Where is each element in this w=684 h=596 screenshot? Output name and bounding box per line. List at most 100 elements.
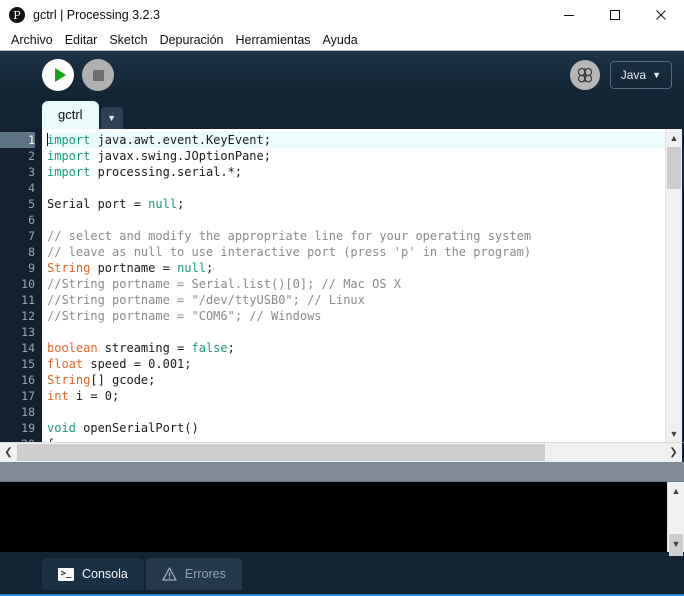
menu-item-editar[interactable]: Editar	[59, 30, 104, 50]
menu-item-depuracion[interactable]: Depuración	[154, 30, 230, 50]
code-token: //String portname = "COM6"; // Windows	[47, 309, 322, 323]
code-token: String	[47, 261, 91, 275]
menu-item-archivo[interactable]: Archivo	[5, 30, 59, 50]
code-line: import processing.serial.*;	[47, 164, 665, 180]
code-token: null	[177, 261, 206, 275]
horizontal-scroll-thumb[interactable]	[17, 444, 545, 461]
code-text-area[interactable]: import java.awt.event.KeyEvent; import ja…	[42, 129, 665, 442]
menu-item-ayuda[interactable]: Ayuda	[317, 30, 364, 50]
tab-menu-button[interactable]: ▼	[100, 107, 123, 129]
scroll-right-arrow-icon[interactable]: ❯	[665, 447, 682, 458]
console-scroll-down-arrow-icon[interactable]: ▼	[668, 535, 684, 552]
line-number: 5	[28, 197, 35, 211]
maximize-button[interactable]	[592, 0, 638, 30]
code-token: openSerialPort()	[75, 421, 199, 435]
code-token: [] gcode;	[90, 373, 156, 387]
menu-item-herramientas[interactable]: Herramientas	[230, 30, 317, 50]
sketch-tab-gctrl[interactable]: gctrl	[42, 101, 99, 129]
code-token: false	[191, 341, 228, 355]
code-line: import javax.swing.JOptionPane;	[47, 148, 665, 164]
code-token: processing.serial.*;	[90, 165, 243, 179]
run-button[interactable]	[42, 59, 74, 91]
scroll-down-arrow-icon[interactable]: ▼	[666, 425, 682, 442]
title-bar: P gctrl | Processing 3.2.3	[0, 0, 684, 30]
code-line: Serial port = null;	[47, 196, 665, 212]
line-number: 12	[21, 309, 35, 323]
code-line: String[] gcode;	[47, 372, 665, 388]
tab-consola[interactable]: >_ Consola	[42, 558, 144, 590]
editor-vertical-scrollbar[interactable]: ▲ ▼	[665, 129, 682, 442]
console-panel: ▲ ▼	[0, 482, 684, 556]
code-line: //String portname = "/dev/ttyUSB0"; // L…	[47, 292, 665, 308]
tab-errores-label: Errores	[184, 567, 226, 581]
processing-ide-window: P gctrl | Processing 3.2.3 Archivo Edita…	[0, 0, 684, 596]
editor-horizontal-scrollbar[interactable]: ❮ ❯	[0, 442, 684, 462]
code-line: float speed = 0.001;	[47, 356, 665, 372]
line-number: 4	[28, 181, 35, 195]
vertical-scroll-thumb[interactable]	[667, 147, 681, 189]
line-number: 10	[21, 277, 35, 291]
close-button[interactable]	[638, 0, 684, 30]
code-line: //String portname = Serial.list()[0]; //…	[47, 276, 665, 292]
editor-console-splitter[interactable]	[0, 462, 684, 482]
code-line: // leave as null to use interactive port…	[47, 244, 665, 260]
code-token: String	[47, 373, 91, 387]
code-token: i = 0;	[68, 389, 120, 403]
play-icon	[54, 68, 66, 82]
stop-icon	[92, 69, 104, 81]
console-output[interactable]	[0, 482, 667, 552]
code-token: ;	[177, 197, 185, 211]
console-scroll-up-arrow-icon[interactable]: ▲	[668, 482, 684, 499]
minimize-icon	[564, 15, 574, 16]
minimize-button[interactable]	[546, 0, 592, 30]
code-token: //String portname = Serial.list()[0]; //…	[47, 277, 402, 291]
debug-button[interactable]	[569, 60, 600, 90]
code-token: java.awt.event.KeyEvent;	[90, 133, 271, 147]
line-number: 9	[28, 261, 35, 275]
line-number: 8	[28, 245, 35, 259]
chevron-down-icon: ▼	[107, 113, 117, 123]
code-token: import	[47, 149, 91, 163]
code-token: null	[148, 197, 178, 211]
code-line: String portname = null;	[47, 260, 665, 276]
svg-text:P: P	[13, 9, 21, 22]
sketch-tab-strip: gctrl ▼	[0, 99, 684, 129]
code-token: boolean	[47, 341, 98, 355]
window-title: gctrl | Processing 3.2.3	[33, 8, 160, 22]
line-number-gutter: 1234567891011121314151617181920	[0, 129, 42, 442]
code-token: void	[47, 421, 76, 435]
butterfly-debug-icon	[577, 67, 592, 83]
line-number: 16	[21, 373, 35, 387]
line-number: 1	[0, 132, 35, 148]
menu-item-sketch[interactable]: Sketch	[103, 30, 153, 50]
tab-errores[interactable]: Errores	[145, 558, 242, 590]
line-number: 3	[28, 165, 35, 179]
line-number: 18	[21, 405, 35, 419]
mode-selector[interactable]: Java ▼	[609, 61, 672, 89]
line-number: 14	[21, 341, 35, 355]
code-line: int i = 0;	[47, 388, 665, 404]
code-token: int	[47, 389, 69, 403]
tab-consola-label: Consola	[82, 567, 128, 581]
window-controls	[546, 0, 684, 30]
code-token: speed = 0.001;	[83, 357, 192, 371]
console-vertical-scrollbar[interactable]: ▲ ▼	[667, 482, 684, 556]
code-token: streaming =	[97, 341, 192, 355]
line-number: 6	[28, 213, 35, 227]
line-number: 19	[21, 421, 35, 435]
code-editor: 1234567891011121314151617181920 import j…	[0, 129, 684, 442]
code-token: ;	[227, 341, 235, 355]
code-token: import	[47, 165, 91, 179]
scroll-up-arrow-icon[interactable]: ▲	[666, 129, 682, 146]
code-token: ;	[205, 261, 214, 275]
mode-label: Java	[620, 68, 647, 82]
code-token: portname =	[90, 261, 178, 275]
stop-button[interactable]	[82, 59, 114, 91]
scroll-left-arrow-icon[interactable]: ❮	[0, 447, 17, 458]
code-line: void openSerialPort()	[47, 420, 665, 436]
code-token: // select and modify the appropriate lin…	[47, 229, 532, 243]
close-icon	[656, 10, 666, 20]
bottom-tab-bar: >_ Consola Errores	[0, 552, 684, 596]
